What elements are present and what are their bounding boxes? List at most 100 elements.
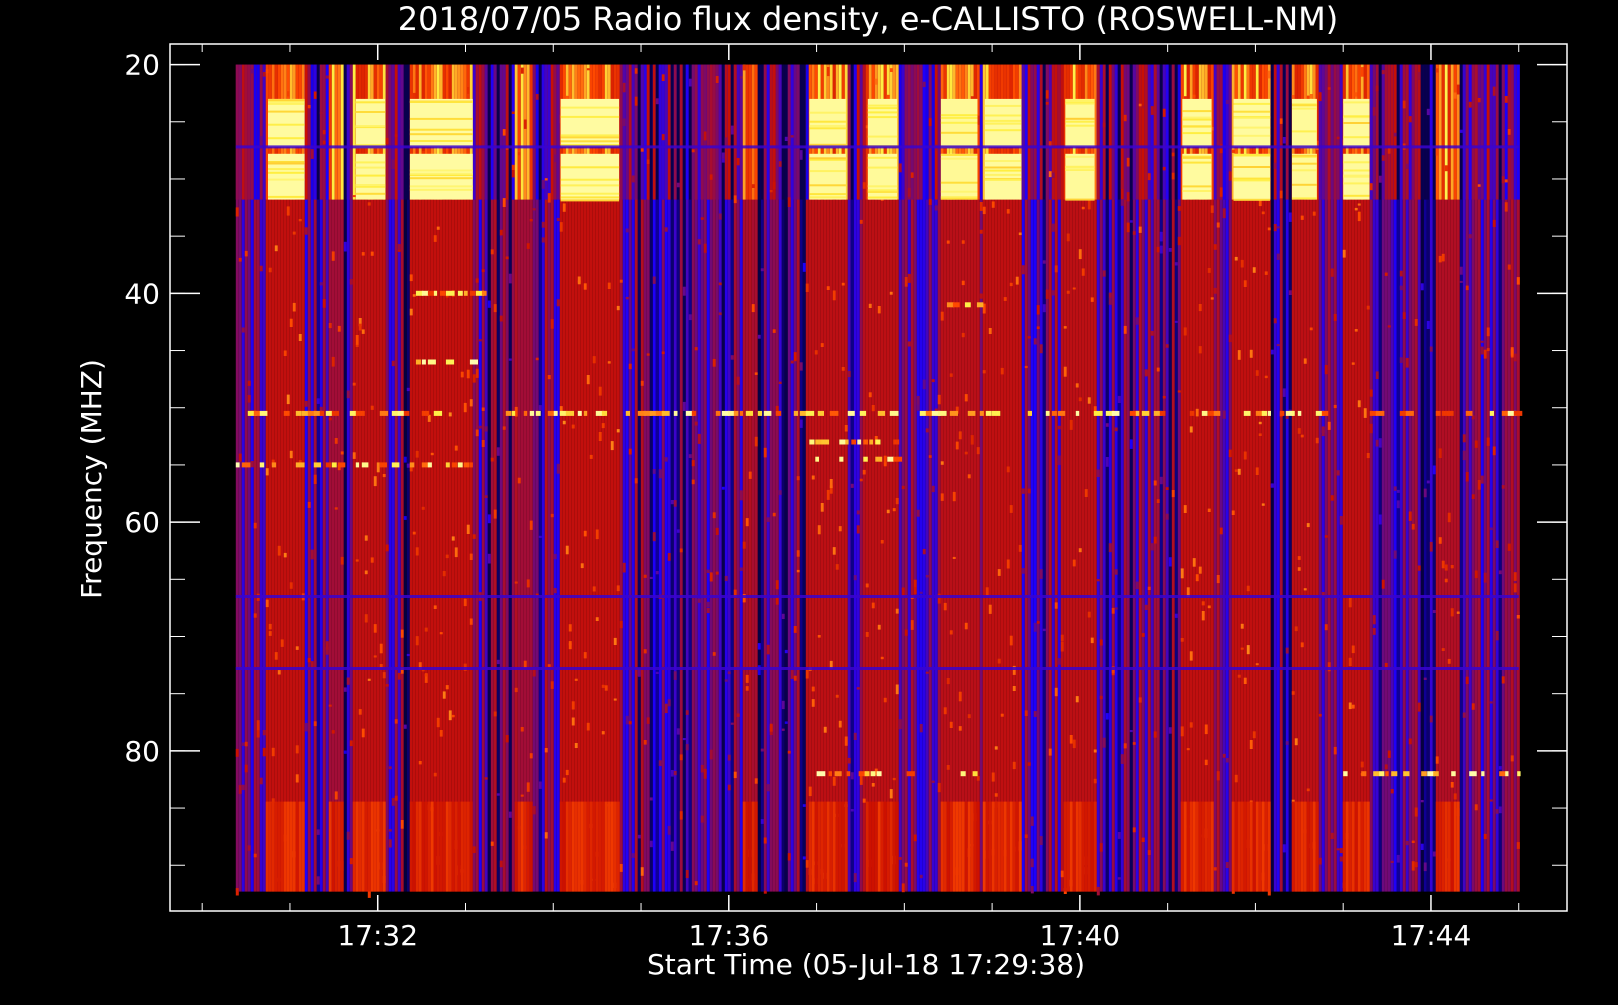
spectrogram-column-top [1417,64,1421,200]
spectrogram-speckle [1114,427,1118,432]
spectrogram-speckle [1435,756,1439,764]
spectrogram-speckle [700,815,704,823]
spectrogram-speckle [997,658,1001,664]
spectrogram-speckle [1258,433,1262,436]
spectrogram-speckle [1429,715,1433,723]
spectrogram-speckle [1294,738,1298,746]
spectrogram-speckle [1444,165,1448,172]
spectrogram-speckle [1354,329,1358,332]
spectrogram-speckle [622,562,626,573]
spectrogram-low-band [940,801,944,892]
spectrogram-column-top [1045,64,1049,200]
spectrogram-speckle [517,152,521,156]
spectrogram-speckle [1285,741,1289,745]
spectrogram-speckle [1252,267,1256,273]
spectrogram-low-band [379,801,383,892]
spectrogram-speckle [1123,743,1127,749]
spectrogram-speckle [982,206,986,215]
spectrogram-column-top [781,64,785,200]
spectrogram-column-top [256,64,260,200]
saturated-band-texture [1292,107,1317,110]
spectrogram-speckle [610,441,614,451]
spectrogram-speckle [1054,687,1058,697]
spectrogram-column-top [1216,64,1220,200]
spectrogram-low-band [595,801,599,892]
spectrogram-speckle [403,516,407,520]
spectrogram-speckle [511,170,515,178]
spectrogram-low-band [598,801,602,892]
spectrogram-column-top [262,64,266,200]
saturated-band-texture [409,188,473,191]
spectrogram-speckle [652,276,656,284]
spectrogram-column-top [1096,64,1100,200]
spectrogram-speckle [547,375,551,380]
spectrogram-speckle [388,829,392,832]
saturated-band-texture [1343,136,1370,139]
spectrogram-speckle [931,780,935,783]
spectrogram-speckle [619,620,623,629]
spectrogram-speckle [394,719,398,724]
spectrogram-low-band [949,801,953,892]
spectrogram-speckle [1360,67,1364,77]
spectrogram-speckle [700,764,704,773]
spectrogram-speckle [1465,472,1469,482]
spectrogram-speckle [1366,453,1370,459]
emission-line-segment [1501,410,1509,416]
spectrogram-speckle [967,714,971,719]
spectrogram-speckle [871,602,875,609]
spectrogram-speckle [784,136,788,141]
spectrogram-low-band [424,801,428,892]
spectrogram-speckle [622,118,626,127]
emission-line-segment [1213,410,1221,416]
spectrogram-speckle [1513,353,1517,362]
spectrogram-column-top [1441,64,1445,200]
saturated-band-texture [355,111,386,113]
spectrogram-speckle [961,332,965,338]
spectrogram-speckle [1078,249,1082,260]
spectrogram-speckle [1078,548,1082,553]
spectrogram-speckle [1279,190,1283,199]
emission-line-segment [433,290,438,296]
spectrogram-column-top [679,64,683,200]
spectrogram-speckle [1126,157,1130,167]
spectrogram-speckle [286,206,290,216]
emission-line-segment [577,410,582,416]
spectrogram-column-top [526,64,530,200]
spectrogram-speckle [856,510,860,515]
spectrogram-speckle [1036,621,1040,624]
saturated-band-texture [984,169,1022,172]
spectrogram-column-top [715,64,719,200]
spectrogram-speckle [730,125,734,135]
saturated-band-texture [1065,120,1095,123]
spectrogram-speckle [616,429,620,433]
spectrogram-speckle [847,757,851,764]
spectrogram-speckle [1150,106,1154,115]
spectrogram-speckle [1159,476,1163,485]
spectrogram-speckle [1198,346,1202,354]
saturated-band-texture [1065,99,1095,102]
spectrogram-speckle [589,454,593,459]
spectrogram-speckle [469,399,473,407]
emission-line-segment [1513,410,1523,416]
spectrogram-speckle [607,361,611,364]
spectrogram-speckle [721,158,725,163]
spectrogram-column-top [1405,64,1409,200]
spectrogram-speckle [553,154,557,163]
spectrogram-speckle [1054,265,1058,273]
spectrogram-speckle [1129,220,1133,223]
spectrogram-speckle [940,461,944,465]
spectrogram-low-band [340,801,344,892]
spectrogram-speckle [571,717,575,726]
spectrogram-speckle [682,738,686,741]
spectrogram-speckle [1192,558,1196,567]
spectrogram-speckle [406,387,410,392]
spectrogram-speckle [553,553,557,560]
spectrogram-speckle [649,797,653,801]
spectrogram-speckle [337,325,341,332]
spectrogram-speckle [616,305,620,311]
spectrogram-column-top [1225,64,1229,200]
spectrogram-column-top [1153,64,1157,200]
emission-line-segment [457,290,463,296]
spectrogram-speckle [661,134,665,141]
spectrogram-speckle [811,475,815,480]
